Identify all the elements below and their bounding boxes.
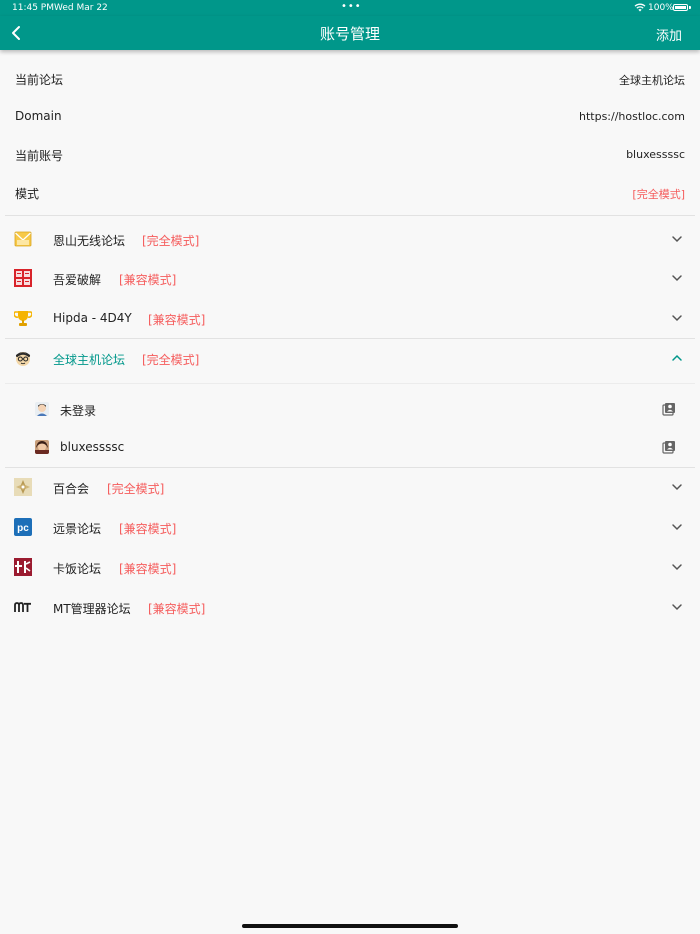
status-bar: 11:45 PM Wed Mar 22 ••• 100% [0,0,700,16]
current-forum-row: 当前论坛 全球主机论坛 [0,60,700,98]
status-date: Wed Mar 22 [54,3,108,13]
switch-account-icon[interactable] [662,402,676,416]
forum-name: 远景论坛 [53,522,102,536]
battery-percent: 100% [648,3,674,13]
forum-name: 全球主机论坛 [53,353,126,367]
domain-label: Domain [15,109,62,123]
battery-tip [689,6,691,9]
forum-name: 百合会 [53,482,90,496]
chevron-down-icon[interactable] [671,562,683,572]
chevron-down-icon[interactable] [671,273,683,283]
domain-value: https://hostloc.com [579,110,685,123]
mt-logo-icon [14,602,31,612]
forum-mode: [兼容模式] [148,313,206,327]
chevron-down-icon[interactable] [671,522,683,532]
forum-name: 卡饭论坛 [53,562,102,576]
chevron-down-icon[interactable] [671,234,683,244]
forum-row-mt[interactable]: MT管理器论坛 [兼容模式] [0,588,700,628]
multitasking-dots[interactable]: ••• [341,1,362,12]
chevron-down-icon[interactable] [671,313,683,323]
chevron-up-icon[interactable] [671,353,683,363]
forum-mode: [兼容模式] [119,562,177,576]
hostloc-avatar-icon [15,352,31,366]
forum-mode: [完全模式] [142,353,200,367]
current-forum-value: 全球主机论坛 [619,74,685,87]
forum-mode: [完全模式] [107,482,165,496]
divider [5,383,695,384]
forum-mode: [完全模式] [142,234,200,248]
status-time: 11:45 PM [12,3,54,13]
account-row[interactable]: bluxessssc [0,429,700,467]
forum-row-enshan[interactable]: 恩山无线论坛 [完全模式] [0,220,700,260]
svg-text:pc: pc [17,523,29,534]
mode-value: [完全模式] [632,188,685,201]
account-name: bluxessssc [60,440,125,454]
user-avatar-icon [35,440,49,454]
trophy-icon [14,311,32,326]
mode-label: 模式 [15,187,40,201]
forum-name: 恩山无线论坛 [53,234,126,248]
chevron-down-icon[interactable] [671,602,683,612]
forum-row-pcbeta[interactable]: pc 远景论坛 [兼容模式] [0,508,700,548]
envelope-icon [14,231,32,247]
home-indicator[interactable] [242,924,458,928]
forum-row-hipda[interactable]: Hipda - 4D4Y [兼容模式] [0,299,700,339]
switch-account-icon[interactable] [662,440,676,454]
52pojie-logo-icon [14,269,32,287]
current-account-value: bluxessssc [626,148,685,161]
forum-row-yamibo[interactable]: 百合会 [完全模式] [0,468,700,508]
navigation-bar: 账号管理 添加 [0,16,700,50]
forum-mode: [兼容模式] [119,273,177,287]
forum-name: 吾爱破解 [53,273,102,287]
forum-row-kafan[interactable]: 卡饭论坛 [兼容模式] [0,548,700,588]
domain-row: Domain https://hostloc.com [0,98,700,136]
current-account-row: 当前账号 bluxessssc [0,136,700,174]
page-title: 账号管理 [319,25,380,43]
wifi-icon [634,3,646,12]
account-name: 未登录 [60,404,97,418]
forum-name: MT管理器论坛 [53,602,131,616]
default-avatar-icon [35,402,49,416]
pcbeta-logo-icon: pc [14,518,32,536]
battery-icon [673,4,688,11]
current-forum-label: 当前论坛 [15,73,64,87]
chevron-down-icon[interactable] [671,482,683,492]
divider [5,215,695,216]
forum-mode: [兼容模式] [148,602,206,616]
add-button[interactable]: 添加 [656,25,682,44]
account-row[interactable]: 未登录 [0,391,700,429]
forum-row-hostloc[interactable]: 全球主机论坛 [完全模式] [0,339,700,379]
current-account-label: 当前账号 [15,149,64,163]
kafan-logo-icon [14,558,32,576]
yamibo-logo-icon [14,478,32,496]
forum-row-52pojie[interactable]: 吾爱破解 [兼容模式] [0,259,700,299]
mode-row: 模式 [完全模式] [0,174,700,212]
forum-mode: [兼容模式] [119,522,177,536]
forum-name: Hipda - 4D4Y [53,311,132,325]
